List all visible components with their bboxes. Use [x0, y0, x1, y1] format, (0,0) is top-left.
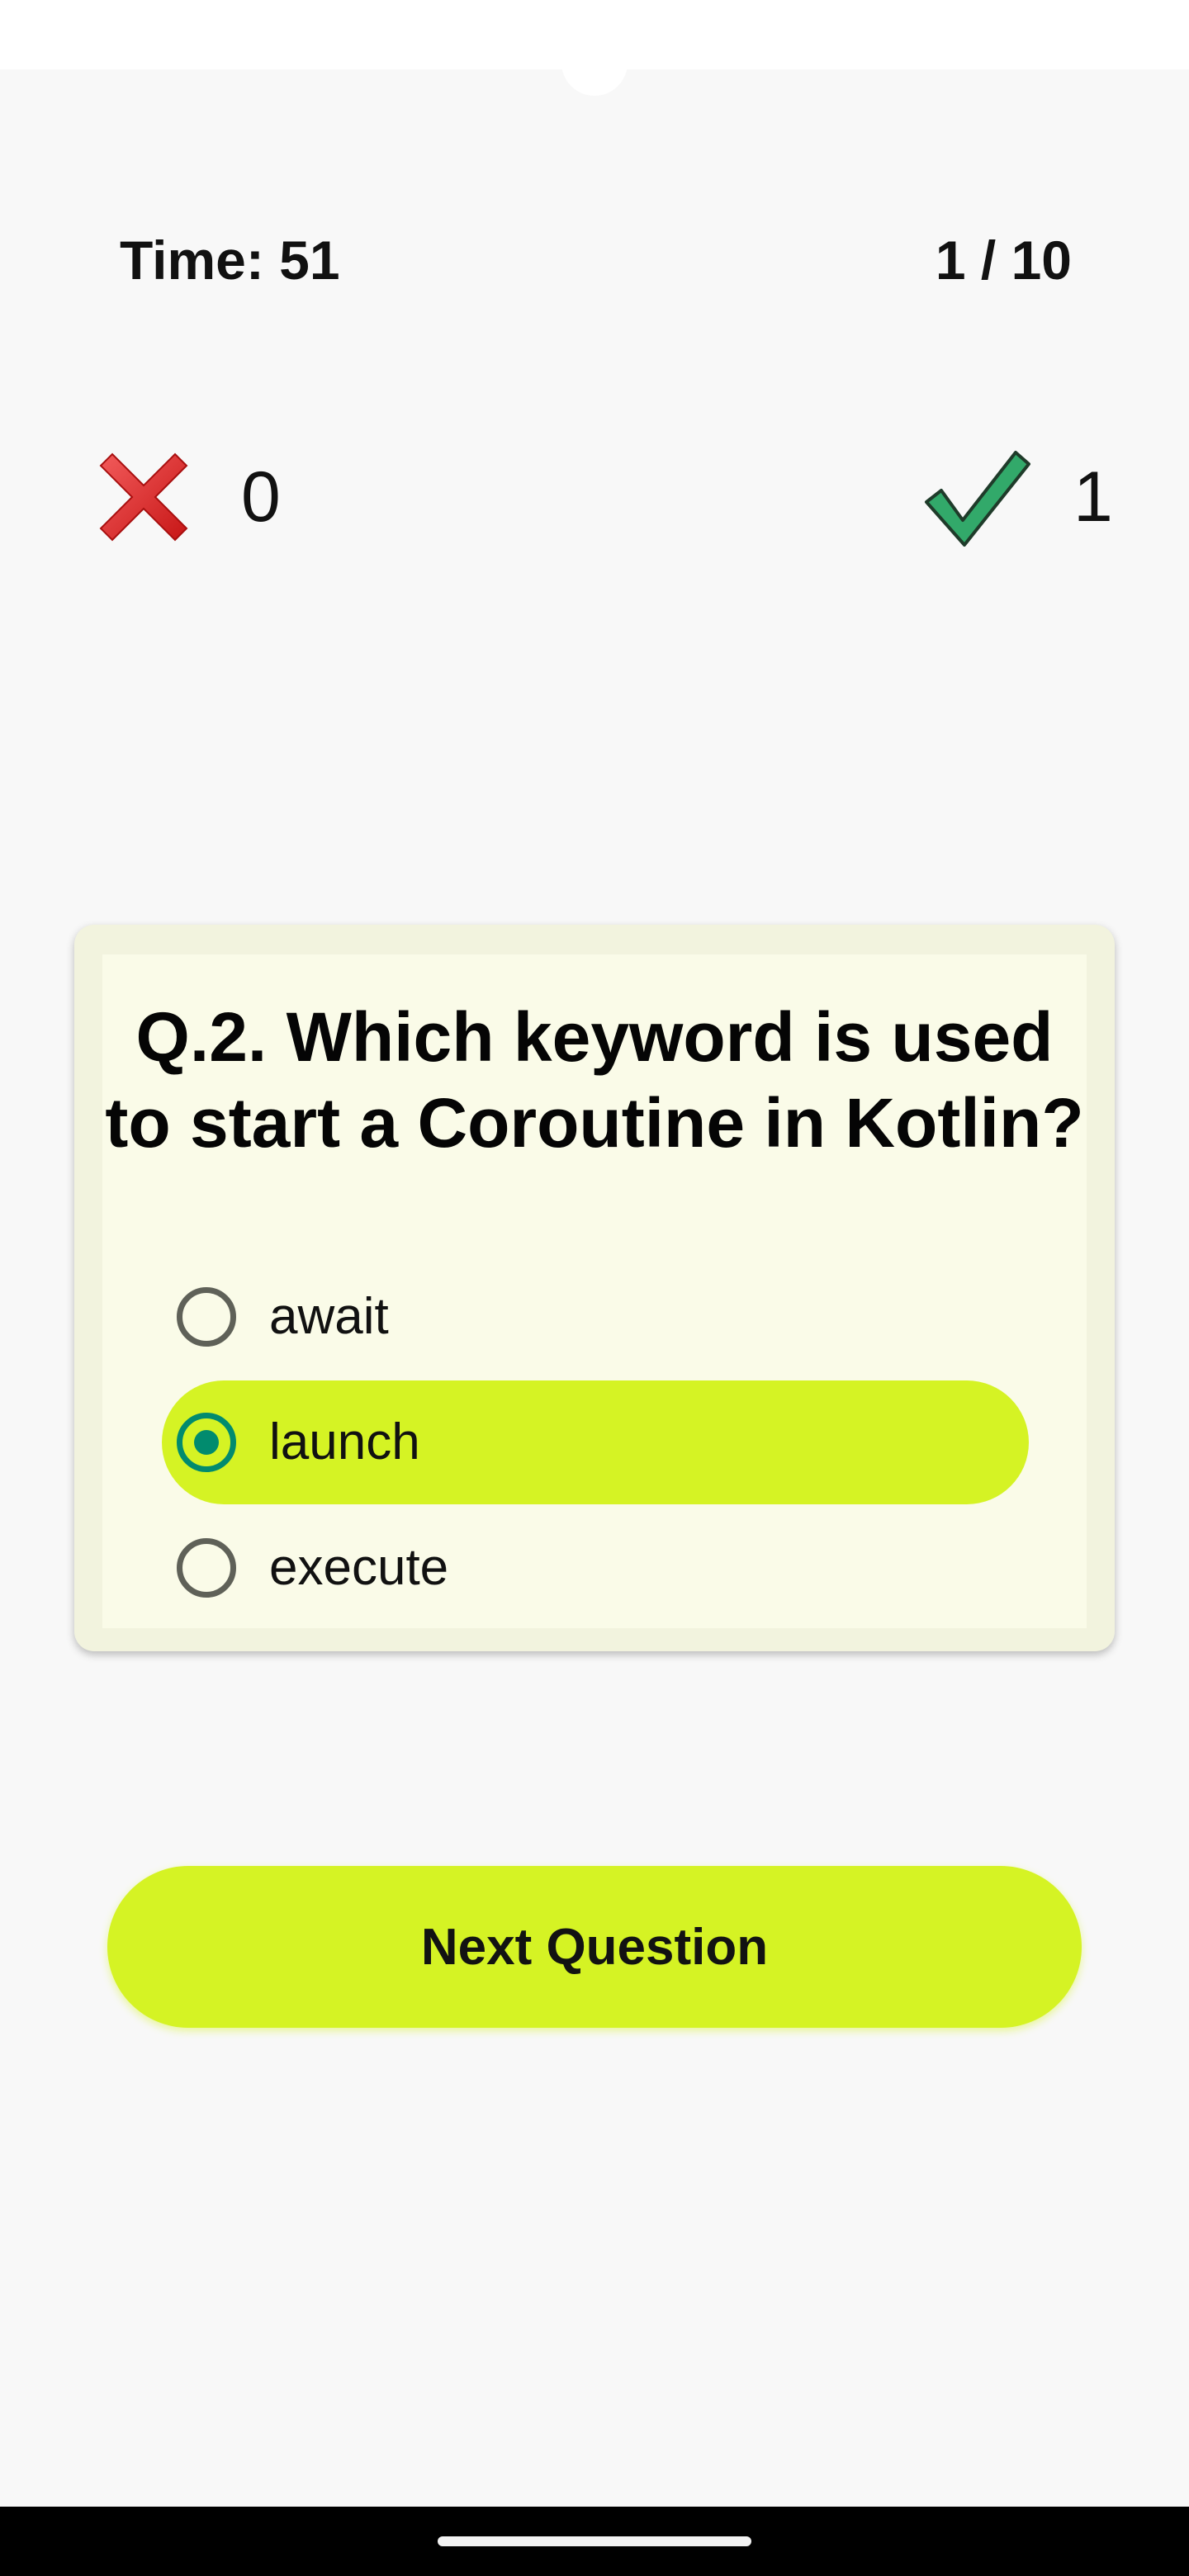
option-label: await: [269, 1288, 389, 1345]
question-panel: Q.2. Which keyword is used to start a Co…: [102, 954, 1087, 1628]
question-progress: 1 / 10: [935, 230, 1072, 291]
quiz-header: Time: 51 1 / 10: [0, 223, 1189, 297]
timer-text: Time: 51: [120, 230, 340, 291]
option-execute[interactable]: execute: [162, 1506, 1029, 1630]
red-x-icon: [99, 452, 188, 542]
correct-count: 1: [1073, 457, 1113, 537]
question-text: Q.2. Which keyword is used to start a Co…: [102, 994, 1087, 1166]
camera-notch: [561, 50, 628, 96]
score-row: 0 1: [0, 438, 1189, 553]
option-await[interactable]: await: [162, 1255, 1029, 1379]
option-label: launch: [269, 1413, 420, 1470]
radio-button[interactable]: [177, 1287, 236, 1347]
next-question-button[interactable]: Next Question: [107, 1866, 1082, 2028]
radio-button-selected[interactable]: [177, 1413, 236, 1472]
wrong-count: 0: [241, 457, 281, 537]
question-card: Q.2. Which keyword is used to start a Co…: [74, 925, 1115, 1651]
navigation-bar: [0, 2507, 1189, 2576]
radio-button[interactable]: [177, 1538, 236, 1598]
option-launch[interactable]: launch: [162, 1380, 1029, 1504]
home-indicator[interactable]: [438, 2536, 751, 2546]
option-label: execute: [269, 1539, 449, 1596]
question-line-2: to start a Coroutine in Kotlin?: [105, 1084, 1084, 1162]
question-line-1: Q.2. Which keyword is used: [135, 998, 1054, 1076]
green-check-icon: [925, 451, 1030, 547]
